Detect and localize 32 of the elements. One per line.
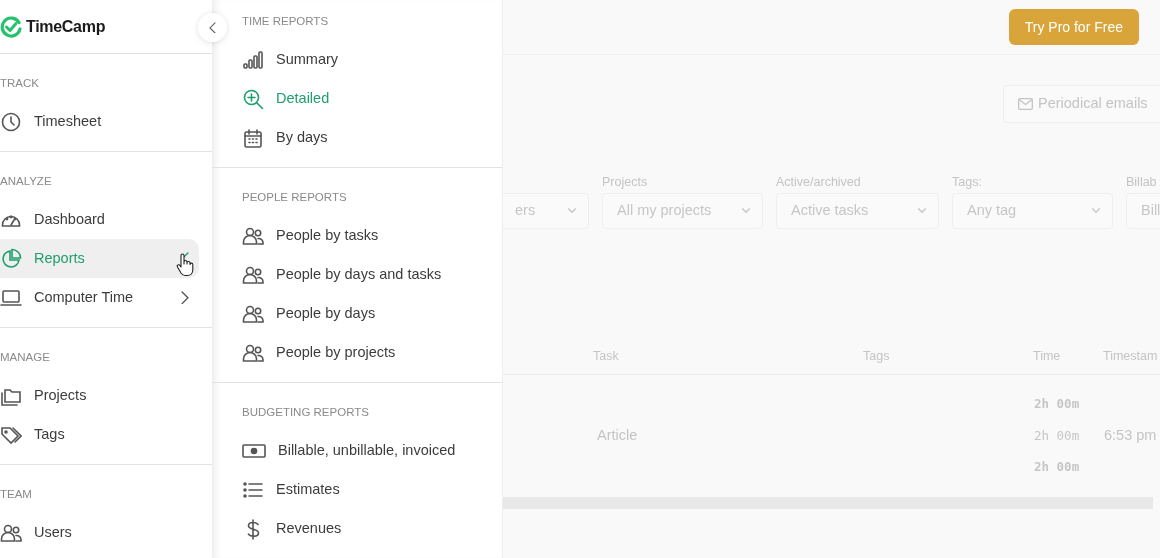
menu-item[interactable]: Estimates bbox=[212, 470, 489, 509]
logo-icon bbox=[0, 15, 22, 38]
logo-text: TimeCamp bbox=[26, 16, 106, 37]
section-heading: TRACK bbox=[0, 76, 40, 91]
menu-item[interactable]: Billable, unbillable, invoiced bbox=[212, 431, 489, 470]
nav-item[interactable]: Users bbox=[0, 513, 199, 552]
menu-item[interactable]: Summary bbox=[212, 40, 489, 79]
nav-item[interactable]: Projects bbox=[0, 376, 199, 415]
menu-item[interactable]: People by projects bbox=[212, 333, 489, 372]
chevron-icon bbox=[209, 21, 216, 34]
section-heading: TIME REPORTS bbox=[241, 14, 330, 29]
section-heading: ANALYZE bbox=[0, 174, 53, 189]
menu-item[interactable]: Revenues bbox=[212, 509, 489, 548]
hand-cursor-icon bbox=[176, 253, 194, 277]
envelope-icon bbox=[1018, 98, 1033, 110]
section-heading: TEAM bbox=[0, 487, 33, 502]
nav-item[interactable]: Dashboard bbox=[0, 200, 199, 239]
nav-item[interactable]: Computer Time bbox=[0, 278, 199, 317]
zoom-in-icon bbox=[242, 87, 264, 110]
nav-item[interactable]: Tags bbox=[0, 415, 199, 454]
nav-item[interactable]: Timesheet bbox=[0, 102, 199, 141]
calendar-icon bbox=[242, 126, 264, 149]
section-heading: BUDGETING REPORTS bbox=[241, 405, 370, 420]
clock-icon bbox=[0, 110, 22, 133]
signal-bars-icon bbox=[242, 48, 264, 71]
menu-item[interactable]: People by tasks bbox=[212, 216, 489, 255]
pie-chart-icon bbox=[0, 247, 22, 270]
section-heading: MANAGE bbox=[0, 350, 51, 365]
section-heading: PEOPLE REPORTS bbox=[241, 190, 348, 205]
menu-item[interactable]: People by days and tasks bbox=[212, 255, 489, 294]
menu-item[interactable]: People by days bbox=[212, 294, 489, 333]
menu-item[interactable]: By days bbox=[212, 118, 489, 157]
